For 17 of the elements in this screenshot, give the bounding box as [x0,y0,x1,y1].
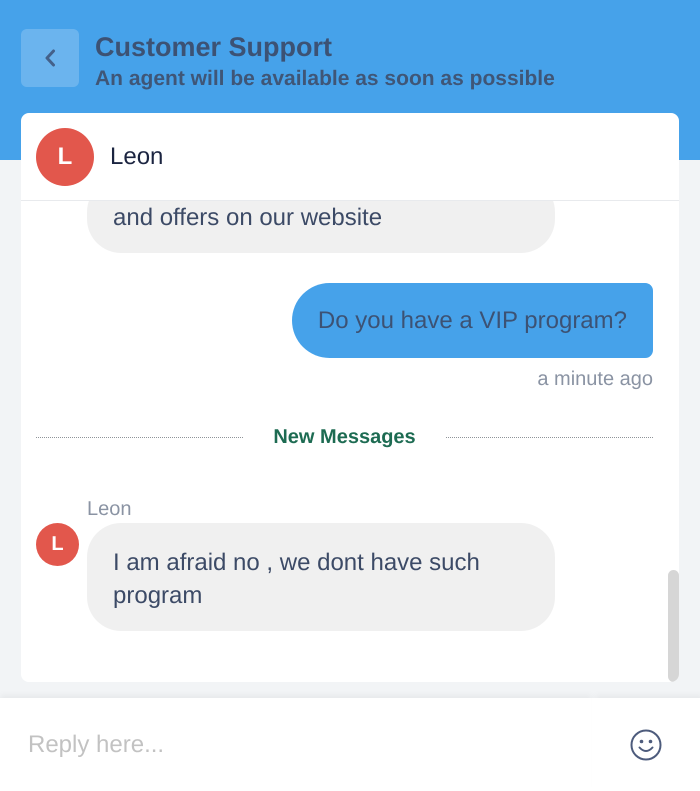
emoji-button[interactable] [592,698,700,791]
chevron-left-icon [44,49,56,67]
scrollbar-thumb[interactable] [668,570,679,682]
outgoing-message: Do you have a VIP program? [292,283,653,358]
new-messages-divider: New Messages [273,425,416,449]
agent-name: Leon [110,142,164,170]
avatar: L [36,128,94,186]
message-time: a minute ago [537,367,653,391]
header-title: Customer Support [95,31,332,63]
smiley-icon [630,728,662,760]
reply-input[interactable]: Reply here... [0,698,592,791]
incoming-message: and offers on our website [87,201,555,253]
back-button[interactable] [21,29,79,87]
sender-name: Leon [87,497,132,521]
incoming-message: I am afraid no , we dont have such program [87,523,555,631]
header-subtitle: An agent will be available as soon as possible [95,66,555,92]
avatar: L [36,523,79,566]
